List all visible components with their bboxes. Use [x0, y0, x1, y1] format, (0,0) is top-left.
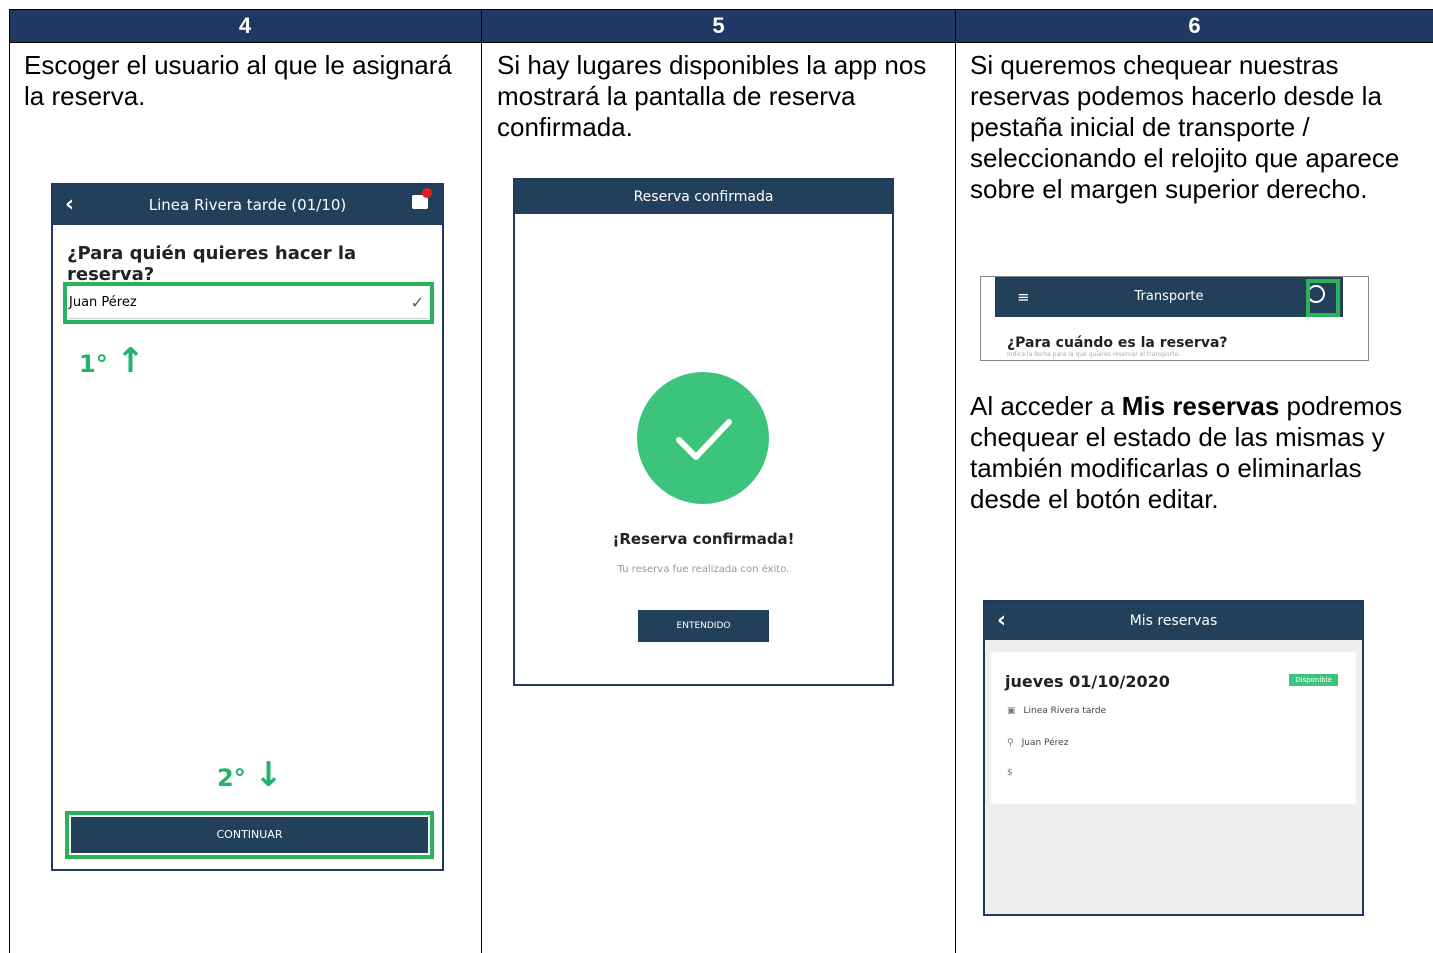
column-header-6: 6 [956, 9, 1433, 42]
phone-confirmed: Reserva confirmada ¡Reserva confirmada! … [513, 178, 894, 686]
user-select-field[interactable]: Juan Pérez ✓ [69, 288, 428, 319]
col6-description: Si queremos chequear nuestras reservas p… [970, 50, 1400, 204]
booking-user-label: Juan Pérez [1021, 738, 1069, 748]
check-icon: ✓ [410, 293, 424, 312]
back-icon[interactable]: ‹ [65, 185, 74, 225]
selected-user: Juan Pérez [69, 295, 137, 310]
status-badge: Disponible [1289, 674, 1338, 686]
user-icon: ⚲ [1007, 738, 1014, 748]
transport-hint: Indica la fecha para la que quieres rese… [1007, 351, 1181, 358]
table-top-border [9, 9, 1433, 10]
booking-line: ▣ Linea Rivera tarde [1007, 706, 1106, 716]
desc2-prefix: Al acceder a [970, 391, 1122, 421]
app-bar: Reserva confirmada [515, 180, 892, 214]
back-icon[interactable]: ‹ [997, 602, 1006, 640]
transport-title: Transporte [1134, 289, 1204, 304]
desc2-bold: Mis reservas [1121, 391, 1280, 421]
my-bookings-title: Mis reservas [1129, 613, 1218, 629]
success-icon [637, 372, 769, 504]
booking-user: ⚲ Juan Pérez [1007, 738, 1068, 748]
step1-label: 1° [79, 350, 108, 378]
column-divider-2 [955, 9, 956, 953]
step2-label: 2° [217, 764, 246, 792]
step2-indicator: 2° ↓ [217, 755, 283, 795]
phone-my-bookings: ‹ Mis reservas jueves 01/10/2020 Disponi… [983, 600, 1364, 916]
col5-description: Si hay lugares disponibles la app nos mo… [497, 50, 927, 142]
booking-date: jueves 01/10/2020 [1005, 672, 1170, 691]
table-left-border [9, 9, 10, 953]
column-divider-1 [481, 9, 482, 953]
column-header-4: 4 [9, 9, 481, 42]
transport-app-bar: ≡ Transporte [995, 277, 1343, 317]
col6-description-2: Al acceder a Mis reservas podremos chequ… [970, 391, 1430, 515]
arrow-up-icon: ↑ [116, 341, 145, 381]
booking-card[interactable]: jueves 01/10/2020 Disponible ▣ Linea Rive… [991, 652, 1356, 804]
confirmed-message: Tu reserva fue realizada con éxito. [617, 564, 790, 575]
app-bar: ‹ Mis reservas [985, 602, 1362, 640]
confirmed-heading: ¡Reserva confirmada! [612, 530, 795, 548]
column-header-5: 5 [482, 9, 955, 42]
continue-button[interactable]: CONTINUAR [71, 817, 428, 853]
col4-description: Escoger el usuario al que le asignará la… [24, 50, 452, 111]
bus-icon: ▣ [1007, 706, 1016, 716]
app-bar: ‹ Linea Rivera tarde (01/10) [53, 185, 442, 225]
step1-indicator: 1° ↑ [79, 341, 145, 381]
price-icon: $ [1007, 768, 1013, 778]
menu-icon[interactable]: ≡ [1017, 277, 1030, 317]
table-header-border [9, 42, 1433, 43]
booking-line-label: Linea Rivera tarde [1023, 706, 1107, 716]
select-user-question: ¿Para quién quieres hacer la reserva? [67, 243, 357, 285]
arrow-down-icon: ↓ [254, 755, 283, 795]
understood-button[interactable]: ENTENDIDO [638, 610, 769, 642]
route-title: Linea Rivera tarde (01/10) [148, 196, 347, 214]
transport-question: ¿Para cuándo es la reserva? [1007, 335, 1228, 351]
notification-badge [422, 188, 432, 198]
transport-screenshot: ≡ Transporte ¿Para cuándo es la reserva?… [980, 276, 1369, 361]
phone-select-user: ‹ Linea Rivera tarde (01/10) ¿Para quién… [51, 183, 444, 871]
clock-highlight [1306, 279, 1340, 317]
